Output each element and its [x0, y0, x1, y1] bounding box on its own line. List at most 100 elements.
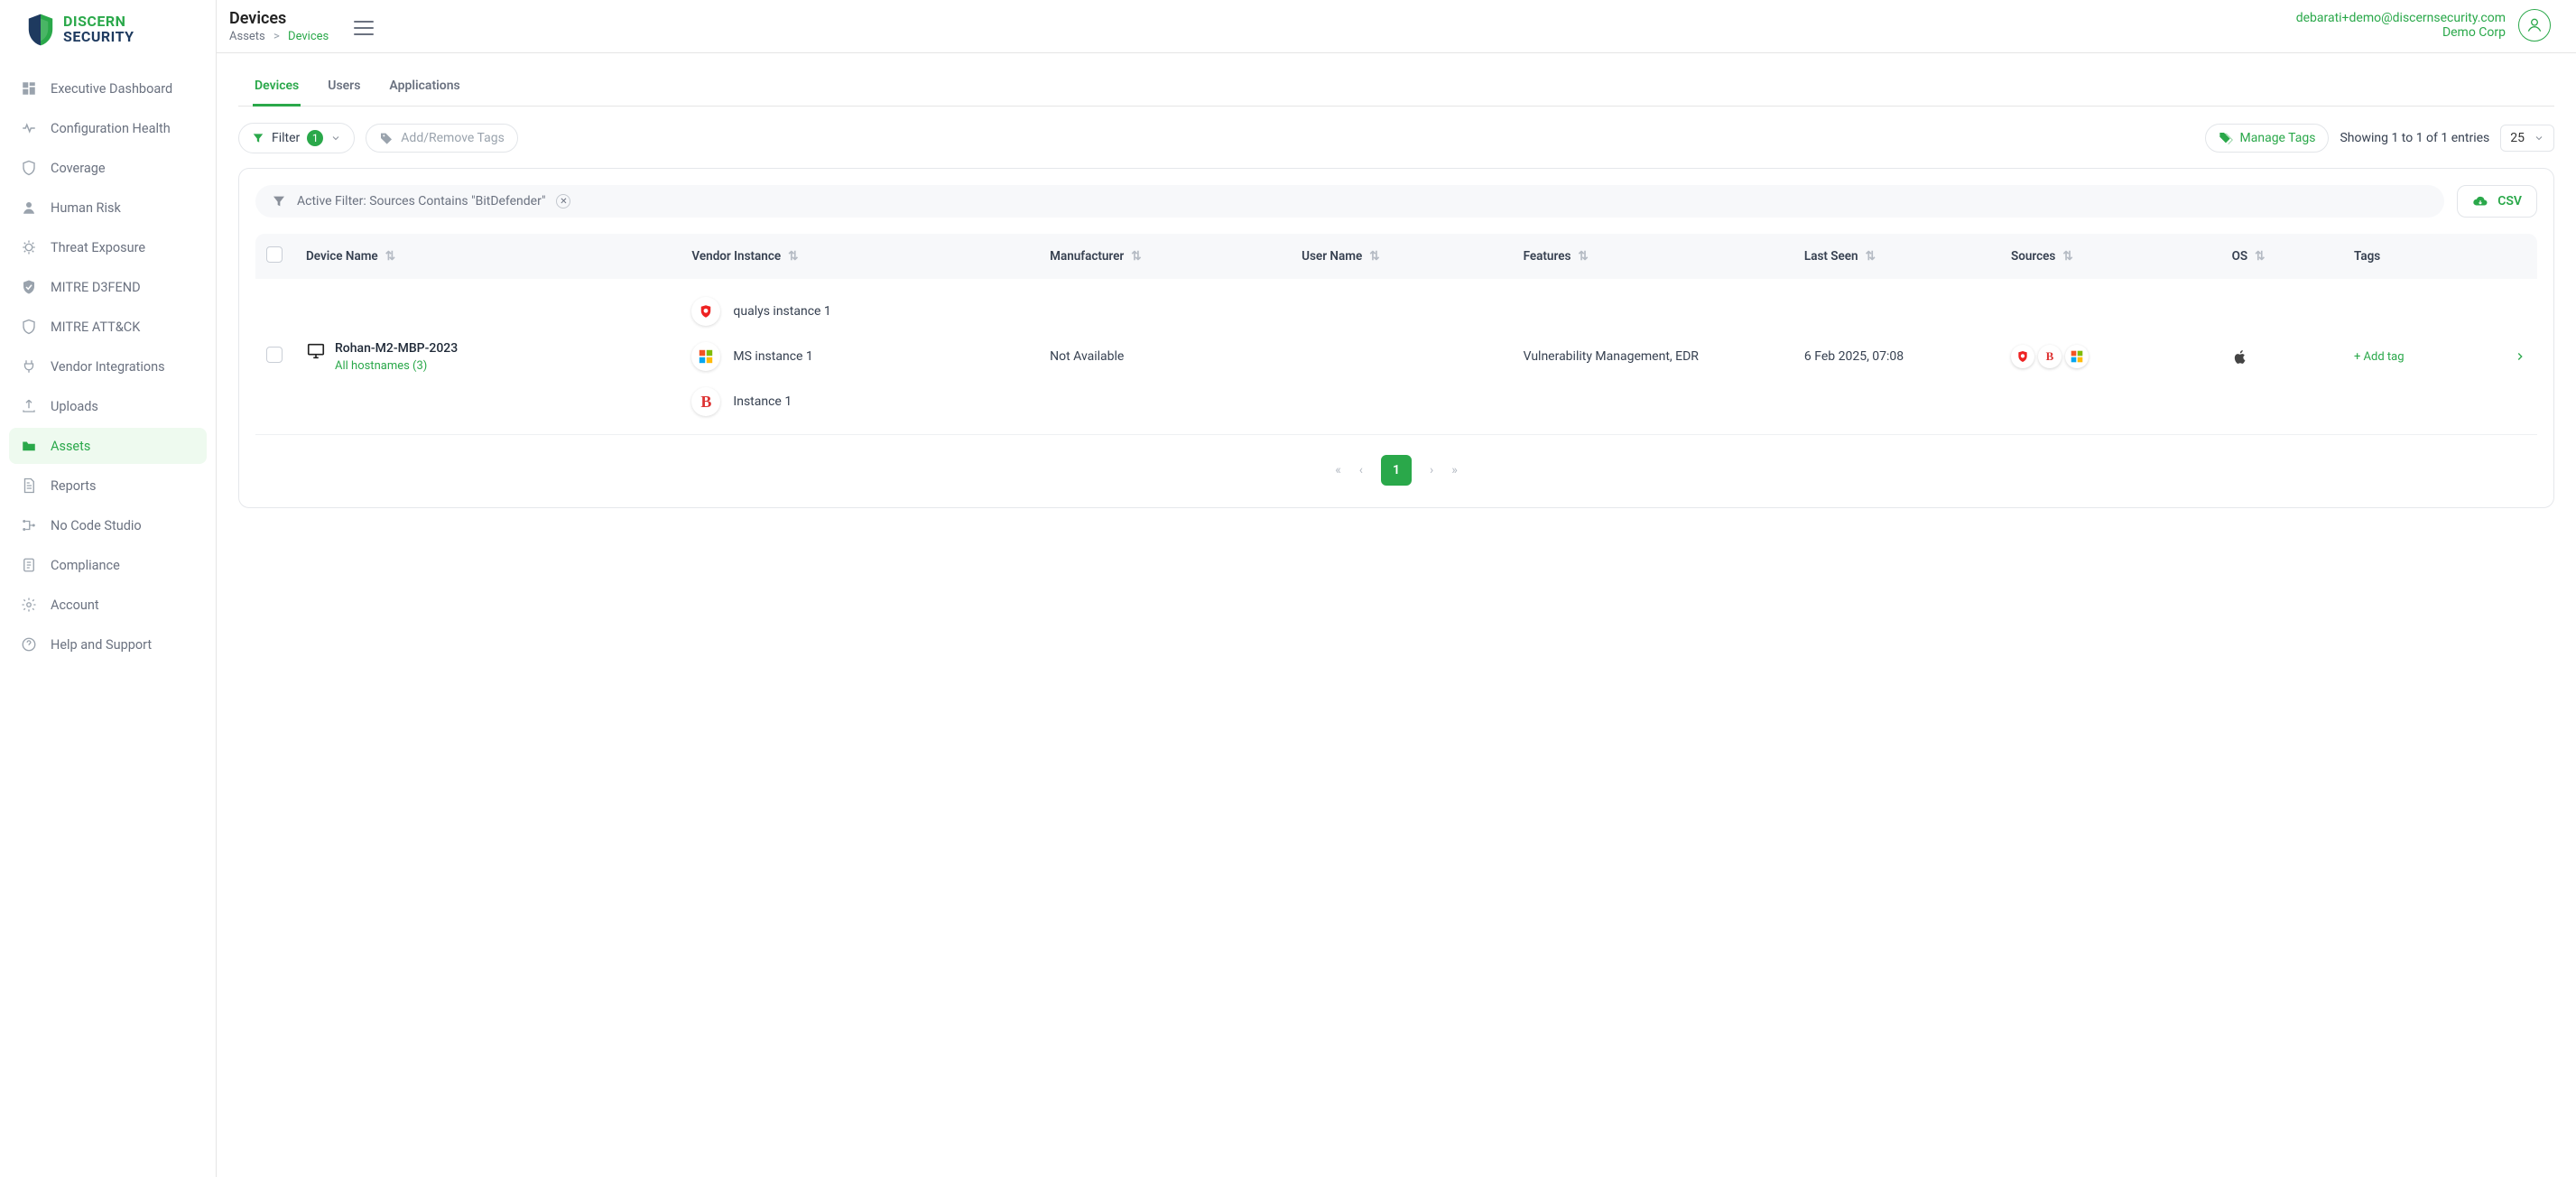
sidebar-item-configuration-health[interactable]: Configuration Health	[9, 110, 207, 146]
sort-icon: ⇅	[385, 249, 395, 264]
prev-page-button[interactable]: ‹	[1359, 463, 1363, 477]
filter-count-badge: 1	[307, 130, 323, 146]
shield-check-icon	[20, 278, 38, 296]
sidebar-item-mitre-att-ck[interactable]: MITRE ATT&CK	[9, 309, 207, 345]
sidebar-item-label: Uploads	[51, 399, 98, 414]
col-os[interactable]: OS⇅	[2221, 234, 2343, 279]
sidebar-item-mitre-d3fend[interactable]: MITRE D3FEND	[9, 269, 207, 305]
note-icon	[20, 556, 38, 574]
sidebar-item-no-code-studio[interactable]: No Code Studio	[9, 507, 207, 543]
sidebar-item-label: Assets	[51, 439, 90, 454]
add-remove-tags-label: Add/Remove Tags	[401, 131, 505, 145]
col-device[interactable]: Device Name⇅	[295, 234, 681, 279]
filter-button[interactable]: Filter 1	[238, 123, 355, 153]
row-expand-icon[interactable]	[2514, 350, 2526, 363]
page-size-select[interactable]: 25	[2500, 125, 2554, 152]
features-cell: Vulnerability Management, EDR	[1513, 279, 1793, 435]
menu-toggle-icon[interactable]	[354, 20, 374, 36]
sidebar-item-compliance[interactable]: Compliance	[9, 547, 207, 583]
vendor-instance-label: Instance 1	[733, 394, 792, 409]
shield-x-icon	[20, 318, 38, 336]
col-last-seen[interactable]: Last Seen⇅	[1793, 234, 2000, 279]
add-remove-tags-button[interactable]: Add/Remove Tags	[366, 124, 518, 153]
sidebar-item-label: MITRE ATT&CK	[51, 320, 140, 335]
tags-icon	[2219, 131, 2233, 145]
vendor-instance: MS instance 1	[691, 342, 1028, 371]
sidebar-item-label: No Code Studio	[51, 518, 142, 533]
active-filter-chip: Active Filter: Sources Contains "BitDefe…	[255, 185, 2444, 218]
sidebar-item-vendor-integrations[interactable]: Vendor Integrations	[9, 348, 207, 385]
sidebar-item-label: Coverage	[51, 161, 106, 176]
first-page-button[interactable]: «	[1335, 463, 1341, 477]
sidebar-item-coverage[interactable]: Coverage	[9, 150, 207, 186]
sidebar-item-label: Help and Support	[51, 637, 152, 653]
vendor-instance-label: qualys instance 1	[733, 304, 830, 319]
heartbeat-icon	[20, 119, 38, 137]
breadcrumb-root[interactable]: Assets	[229, 30, 265, 43]
tab-applications[interactable]: Applications	[387, 70, 461, 107]
sort-icon: ⇅	[2255, 249, 2265, 264]
col-sources[interactable]: Sources⇅	[2000, 234, 2221, 279]
manage-tags-button[interactable]: Manage Tags	[2205, 124, 2330, 153]
breadcrumb-current: Devices	[288, 30, 329, 43]
sidebar-item-assets[interactable]: Assets	[9, 428, 207, 464]
sort-icon: ⇅	[788, 249, 798, 264]
vendor-instance: BInstance 1	[691, 387, 1028, 416]
last-seen-cell: 6 Feb 2025, 07:08	[1793, 279, 2000, 435]
entries-summary: Showing 1 to 1 of 1 entries	[2340, 131, 2489, 145]
next-page-button[interactable]: ›	[1430, 463, 1433, 477]
upload-icon	[20, 397, 38, 415]
topbar: Devices Assets > Devices debarati+demo@d…	[217, 0, 2576, 53]
col-vendor[interactable]: Vendor Instance⇅	[681, 234, 1039, 279]
shield-logo-icon	[25, 13, 56, 47]
results-card: Active Filter: Sources Contains "BitDefe…	[238, 168, 2554, 508]
col-tags: Tags	[2343, 234, 2503, 279]
source-badge-icon	[2011, 345, 2034, 368]
user-meta: debarati+demo@discernsecurity.com Demo C…	[2296, 11, 2506, 40]
last-page-button[interactable]: »	[1451, 463, 1458, 477]
vendor-badge-icon	[691, 297, 720, 326]
sidebar-item-human-risk[interactable]: Human Risk	[9, 190, 207, 226]
device-name[interactable]: Rohan-M2-MBP-2023	[335, 341, 458, 356]
brand-text: DISCERN SECURITY	[63, 14, 134, 45]
brand-logo: DISCERN SECURITY	[0, 0, 216, 63]
sidebar-item-label: Vendor Integrations	[51, 359, 165, 375]
export-csv-button[interactable]: CSV	[2457, 185, 2537, 218]
chevron-down-icon	[2534, 133, 2544, 144]
help-icon	[20, 635, 38, 653]
col-manufacturer[interactable]: Manufacturer⇅	[1039, 234, 1291, 279]
hostnames-link[interactable]: All hostnames (3)	[335, 359, 427, 373]
sidebar-item-threat-exposure[interactable]: Threat Exposure	[9, 229, 207, 265]
tab-users[interactable]: Users	[326, 70, 362, 107]
add-tag-button[interactable]: + Add tag	[2354, 350, 2405, 364]
devices-table: Device Name⇅ Vendor Instance⇅ Manufactur…	[255, 234, 2537, 435]
sidebar-item-uploads[interactable]: Uploads	[9, 388, 207, 424]
filter-label: Filter	[272, 131, 300, 145]
page-number-current[interactable]: 1	[1381, 455, 1412, 486]
sidebar-item-account[interactable]: Account	[9, 587, 207, 623]
sidebar-item-help-and-support[interactable]: Help and Support	[9, 626, 207, 663]
sidebar-item-reports[interactable]: Reports	[9, 468, 207, 504]
row-checkbox[interactable]	[266, 347, 283, 363]
user-cell	[1291, 279, 1512, 435]
manufacturer-cell: Not Available	[1039, 279, 1291, 435]
col-features[interactable]: Features⇅	[1513, 234, 1793, 279]
clear-filter-icon[interactable]: ✕	[556, 194, 570, 209]
sidebar-nav: Executive DashboardConfiguration Health C…	[0, 63, 216, 673]
tab-devices[interactable]: Devices	[253, 70, 301, 107]
flow-icon	[20, 516, 38, 534]
vendor-instance-label: MS instance 1	[733, 349, 812, 364]
user-icon	[20, 199, 38, 217]
avatar[interactable]	[2518, 9, 2551, 42]
sort-icon: ⇅	[1369, 249, 1379, 264]
shield-icon	[20, 159, 38, 177]
vendor-badge-icon	[691, 342, 720, 371]
tag-icon	[379, 131, 394, 145]
sort-icon: ⇅	[1578, 249, 1588, 264]
select-all-checkbox[interactable]	[266, 246, 283, 263]
sort-icon: ⇅	[2062, 249, 2072, 264]
sidebar-item-executive-dashboard[interactable]: Executive Dashboard	[9, 70, 207, 107]
os-cell	[2221, 279, 2343, 435]
user-org: Demo Corp	[2296, 25, 2506, 40]
col-user[interactable]: User Name⇅	[1291, 234, 1512, 279]
